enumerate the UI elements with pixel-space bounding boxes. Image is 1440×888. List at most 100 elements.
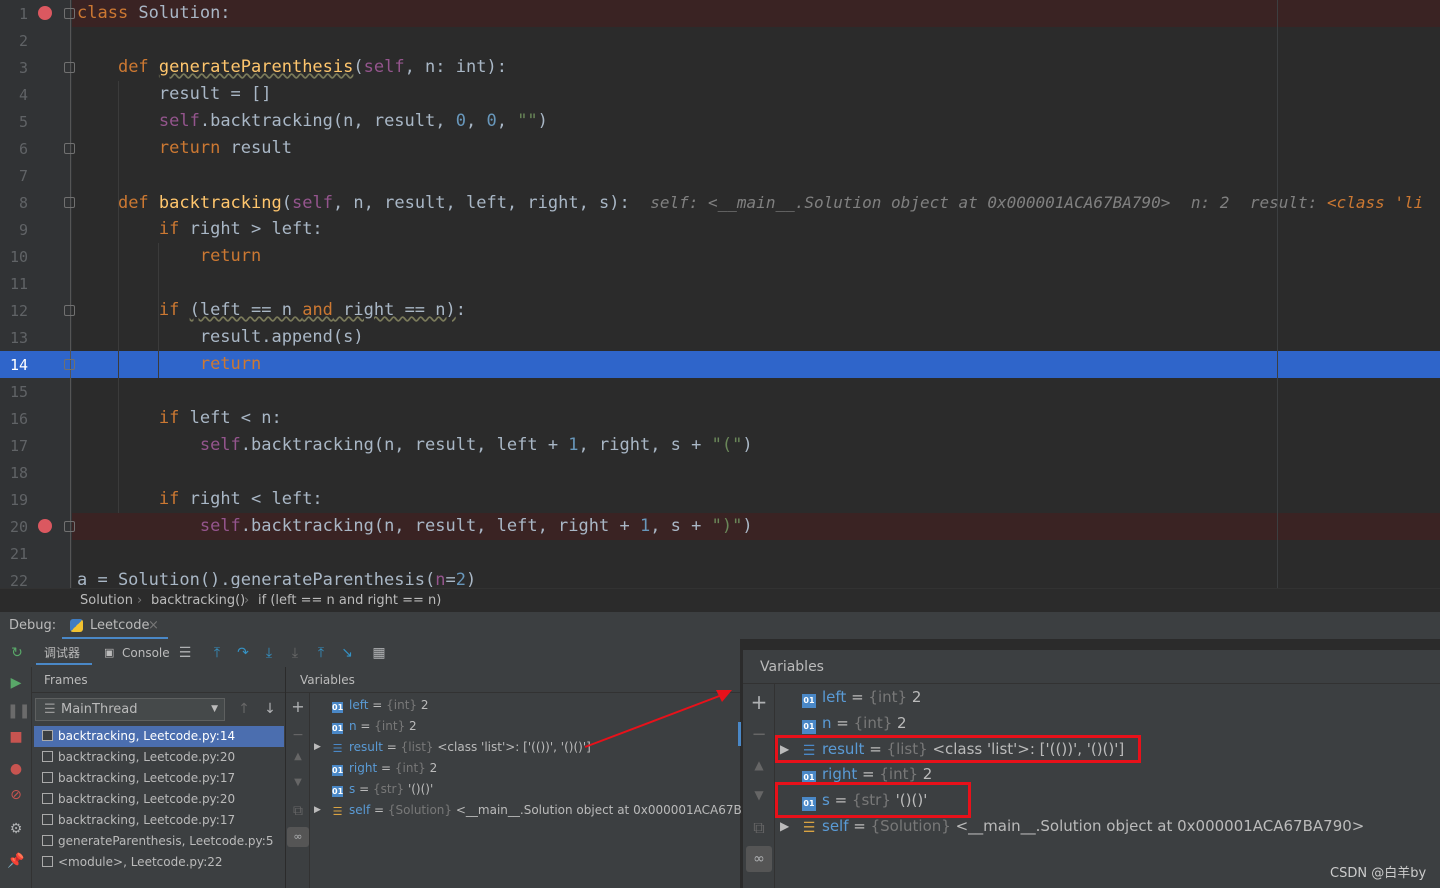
fold-icon[interactable] — [64, 521, 75, 532]
line-number[interactable]: 22 — [0, 572, 28, 588]
close-icon[interactable]: × — [148, 612, 159, 639]
stop-icon[interactable]: ■ — [7, 729, 25, 745]
variables-toolbar: + − ▲ ▼ ⧉ ∞ — [286, 693, 310, 888]
frame-item[interactable]: backtracking, Leetcode.py:17 — [34, 810, 284, 831]
primitive-icon: 01 — [332, 786, 344, 797]
breadcrumb-item[interactable]: if (left == n and right == n) — [258, 589, 441, 613]
step-over-icon[interactable]: ↷ — [234, 639, 252, 667]
line-number[interactable]: 21 — [0, 545, 28, 563]
line-number[interactable]: 20 — [0, 518, 28, 536]
expand-icon[interactable]: ▶ — [314, 737, 321, 758]
line-number[interactable]: 8 — [0, 194, 28, 212]
frame-item[interactable]: backtracking, Leetcode.py:14 — [34, 726, 284, 747]
glasses-icon[interactable]: ∞ — [287, 827, 309, 847]
glasses-icon[interactable]: ∞ — [746, 846, 772, 872]
tab-leetcode[interactable]: Leetcode × — [62, 612, 168, 639]
arrow-down-icon[interactable]: ▼ — [289, 777, 307, 788]
copy-icon[interactable]: ⧉ — [747, 818, 771, 838]
line-number[interactable]: 11 — [0, 275, 28, 293]
arrow-up-icon[interactable]: ▲ — [747, 758, 771, 772]
tab-debugger[interactable]: 调试器 — [36, 641, 92, 665]
frames-header: Frames — [32, 667, 285, 693]
breakpoint-icon[interactable] — [38, 519, 52, 533]
plus-icon[interactable]: + — [289, 697, 307, 716]
arrow-up-icon[interactable]: ↑ — [236, 701, 252, 717]
breadcrumb-item[interactable]: Solution — [80, 589, 133, 613]
tab-console[interactable]: ▣ Console — [100, 641, 170, 665]
arrow-down-icon[interactable]: ↓ — [262, 701, 278, 717]
frame-item[interactable]: backtracking, Leetcode.py:17 — [34, 768, 284, 789]
variable-row-n[interactable]: 01 n = {int} 2 — [802, 711, 907, 737]
pause-icon[interactable]: ❚❚ — [7, 703, 30, 719]
breakpoint-icon[interactable] — [38, 6, 52, 20]
line-number[interactable]: 14 — [0, 356, 28, 374]
thread-select[interactable]: ☰ MainThread ▼ — [35, 698, 225, 721]
step-out-icon[interactable]: ⤒ — [312, 639, 330, 667]
variable-name: self — [822, 817, 849, 835]
arrow-up-icon[interactable]: ▲ — [289, 751, 307, 762]
variable-row-result[interactable]: ▶ ☰ result = {list} <class 'list'>: ['(())… — [314, 737, 591, 758]
line-number[interactable]: 3 — [0, 59, 28, 77]
variable-name: left — [349, 698, 369, 712]
frame-label: backtracking, Leetcode.py:14 — [58, 729, 236, 743]
line-number[interactable]: 9 — [0, 221, 28, 239]
step-into-my-code-icon[interactable]: ⤓ — [286, 639, 304, 667]
fold-icon[interactable] — [64, 197, 75, 208]
code-editor[interactable]: 1 2 3 4 5 6 7 8 9 10 11 12 13 14 15 16 17 18 19 20 21 22 clas… — [0, 0, 1440, 588]
variable-row-left[interactable]: 01 left = {int} 2 — [802, 685, 921, 711]
resume-icon[interactable]: ▶ — [7, 675, 25, 691]
line-number[interactable]: 17 — [0, 437, 28, 455]
line-number[interactable]: 15 — [0, 383, 28, 401]
scroll-indicator[interactable] — [738, 722, 741, 746]
line-number[interactable]: 4 — [0, 86, 28, 104]
fold-icon[interactable] — [64, 143, 75, 154]
minus-icon[interactable]: − — [747, 724, 771, 745]
view-breakpoints-icon[interactable]: ● — [7, 761, 25, 777]
line-number[interactable]: 19 — [0, 491, 28, 509]
variable-row-s[interactable]: 01 s = {str} '()()' — [332, 779, 433, 800]
line-number[interactable]: 16 — [0, 410, 28, 428]
variable-row-self[interactable]: ▶ ☰ self = {Solution} <__main__.Solution o… — [314, 800, 783, 821]
variable-row-n[interactable]: 01 n = {int} 2 — [332, 716, 417, 737]
rerun-icon[interactable]: ↻ — [8, 639, 26, 667]
mute-breakpoints-icon[interactable]: ⊘ — [7, 787, 25, 803]
breadcrumb-item[interactable]: backtracking() — [151, 589, 245, 613]
line-number[interactable]: 7 — [0, 167, 28, 185]
evaluate-expression-icon[interactable]: ▦ — [370, 639, 388, 667]
line-number[interactable]: 6 — [0, 140, 28, 158]
frame-item[interactable]: backtracking, Leetcode.py:20 — [34, 789, 284, 810]
step-into-icon[interactable]: ⤓ — [260, 639, 278, 667]
arrow-down-icon[interactable]: ▼ — [747, 788, 771, 802]
frame-item[interactable]: generateParenthesis, Leetcode.py:5 — [34, 831, 284, 852]
layout-icon[interactable]: ☰ — [176, 639, 194, 667]
variables-toolbar: + − ▲ ▼ ⧉ ∞ — [743, 684, 775, 888]
frame-item[interactable]: backtracking, Leetcode.py:20 — [34, 747, 284, 768]
plus-icon[interactable]: + — [747, 690, 771, 714]
show-execution-point-icon[interactable]: ⤒ — [208, 639, 226, 667]
fold-icon[interactable] — [64, 62, 75, 73]
frame-item[interactable]: <module>, Leetcode.py:22 — [34, 852, 284, 873]
run-to-cursor-icon[interactable]: ↘ — [338, 639, 356, 667]
variable-row-right[interactable]: 01 right = {int} 2 — [332, 758, 437, 779]
variable-value: 2 — [405, 719, 417, 733]
line-number[interactable]: 12 — [0, 302, 28, 320]
line-number[interactable]: 5 — [0, 113, 28, 131]
minus-icon[interactable]: − — [289, 727, 307, 743]
fold-icon[interactable] — [64, 8, 75, 19]
line-number[interactable]: 13 — [0, 329, 28, 347]
expand-icon[interactable]: ▶ — [314, 800, 321, 821]
line-number[interactable]: 2 — [0, 32, 28, 50]
chevron-right-icon: › — [244, 593, 250, 608]
line-number[interactable]: 10 — [0, 248, 28, 266]
primitive-icon: 01 — [802, 694, 816, 708]
variable-row-left[interactable]: 01 left = {int} 2 — [332, 695, 429, 716]
pin-icon[interactable]: 📌 — [7, 853, 25, 869]
variable-type: {int} — [394, 761, 426, 775]
line-number[interactable]: 18 — [0, 464, 28, 482]
fold-icon[interactable] — [64, 359, 75, 370]
fold-icon[interactable] — [64, 305, 75, 316]
line-number[interactable]: 1 — [0, 5, 28, 23]
variable-equals: = — [356, 719, 375, 733]
gear-icon[interactable]: ⚙ — [7, 821, 25, 837]
copy-icon[interactable]: ⧉ — [289, 803, 307, 819]
